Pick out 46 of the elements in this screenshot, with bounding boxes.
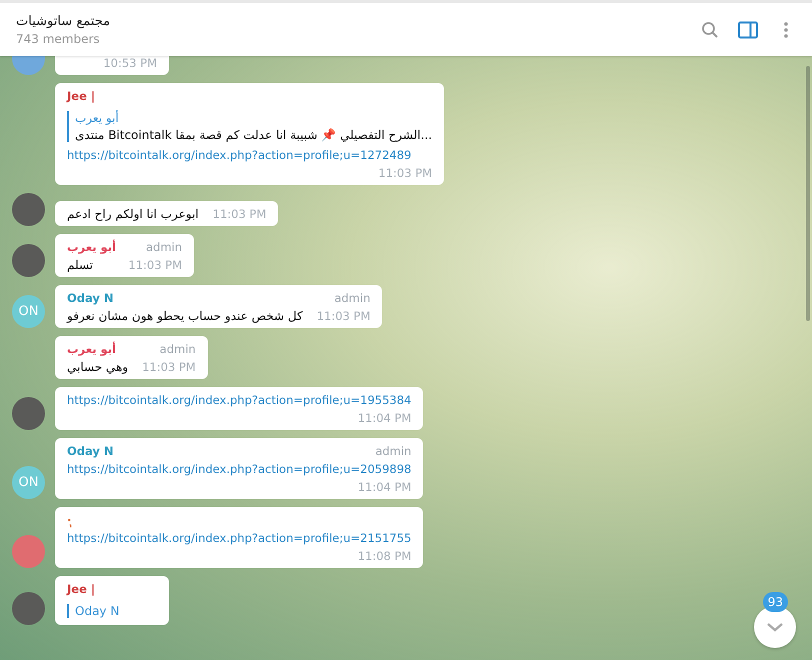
message-text: كل شخص عندو حساب يحطو هون مشان نعرفو xyxy=(67,309,303,323)
admin-label: admin xyxy=(160,342,196,356)
photo-placeholder xyxy=(12,244,45,277)
avatar-initials: ON xyxy=(12,295,45,328)
sender-name[interactable]: Oday N xyxy=(67,291,114,305)
message-link[interactable]: https://bitcointalk.org/index.php?action=profile;u=1955384 xyxy=(67,393,412,407)
more-icon xyxy=(783,20,789,38)
admin-label: admin xyxy=(334,291,370,305)
sender-name[interactable]: Jee | xyxy=(67,582,96,596)
message-link[interactable]: https://bitcointalk.org/index.php?action=profile;u=2151755 xyxy=(67,531,412,545)
reply-text: ...الشرح التفصيلي 📌 شبيبة انا عدلت كم قصة بمقا Bitcointalk منتدى xyxy=(75,128,432,142)
reply-quote[interactable]: أبو يعرب ...الشرح التفصيلي 📌 شبيبة انا عدلت كم قصة بمقا Bitcointalk منتدى xyxy=(67,111,432,142)
scrollbar[interactable] xyxy=(806,66,810,321)
message-time: 11:03 PM xyxy=(378,166,432,180)
message-time: 11:03 PM xyxy=(212,207,266,221)
sidebar-icon xyxy=(738,20,758,38)
message-link[interactable]: https://bitcointalk.org/index.php?action=profile;u=1272489 xyxy=(67,148,412,162)
reply-author: Oday N xyxy=(75,604,120,618)
message-time: 10:53 PM xyxy=(103,56,157,70)
message-time: 11:08 PM xyxy=(358,549,412,563)
avatar-initials: ON xyxy=(12,466,45,499)
message-time: 11:03 PM xyxy=(128,258,182,272)
chat-title: مجتمع ساتوشيات xyxy=(16,14,110,28)
sender-name[interactable]: Jee | xyxy=(67,89,96,103)
member-count: 743 members xyxy=(16,32,100,46)
message-text: ابوعرب انا اولكم راح ادعم xyxy=(67,207,199,221)
message-time: 11:03 PM xyxy=(316,309,370,323)
reply-author: أبو يعرب xyxy=(75,111,119,125)
admin-label: admin xyxy=(146,240,182,254)
message-link[interactable]: https://bitcointalk.org/index.php?action=profile;u=2059898 xyxy=(67,462,412,476)
photo-placeholder xyxy=(12,592,45,625)
sender-name[interactable]: Oday N xyxy=(67,444,114,458)
chevron-down-icon xyxy=(766,622,784,632)
message-time: 11:04 PM xyxy=(358,411,412,425)
sender-name[interactable]: ٖ· xyxy=(67,513,72,527)
sender-name[interactable]: أبو يعرب xyxy=(67,240,116,254)
message-text: وهي حسابي xyxy=(67,360,128,374)
message-text: تسلم xyxy=(67,258,94,272)
photo-placeholder xyxy=(12,193,45,226)
reply-quote[interactable]: Oday N xyxy=(67,604,157,618)
message-time: 11:04 PM xyxy=(358,480,412,494)
search-icon xyxy=(701,20,719,38)
sender-name[interactable]: أبو يعرب xyxy=(67,342,116,356)
admin-label: admin xyxy=(375,444,412,458)
message-time: 11:03 PM xyxy=(142,360,196,374)
photo-placeholder xyxy=(12,397,45,430)
